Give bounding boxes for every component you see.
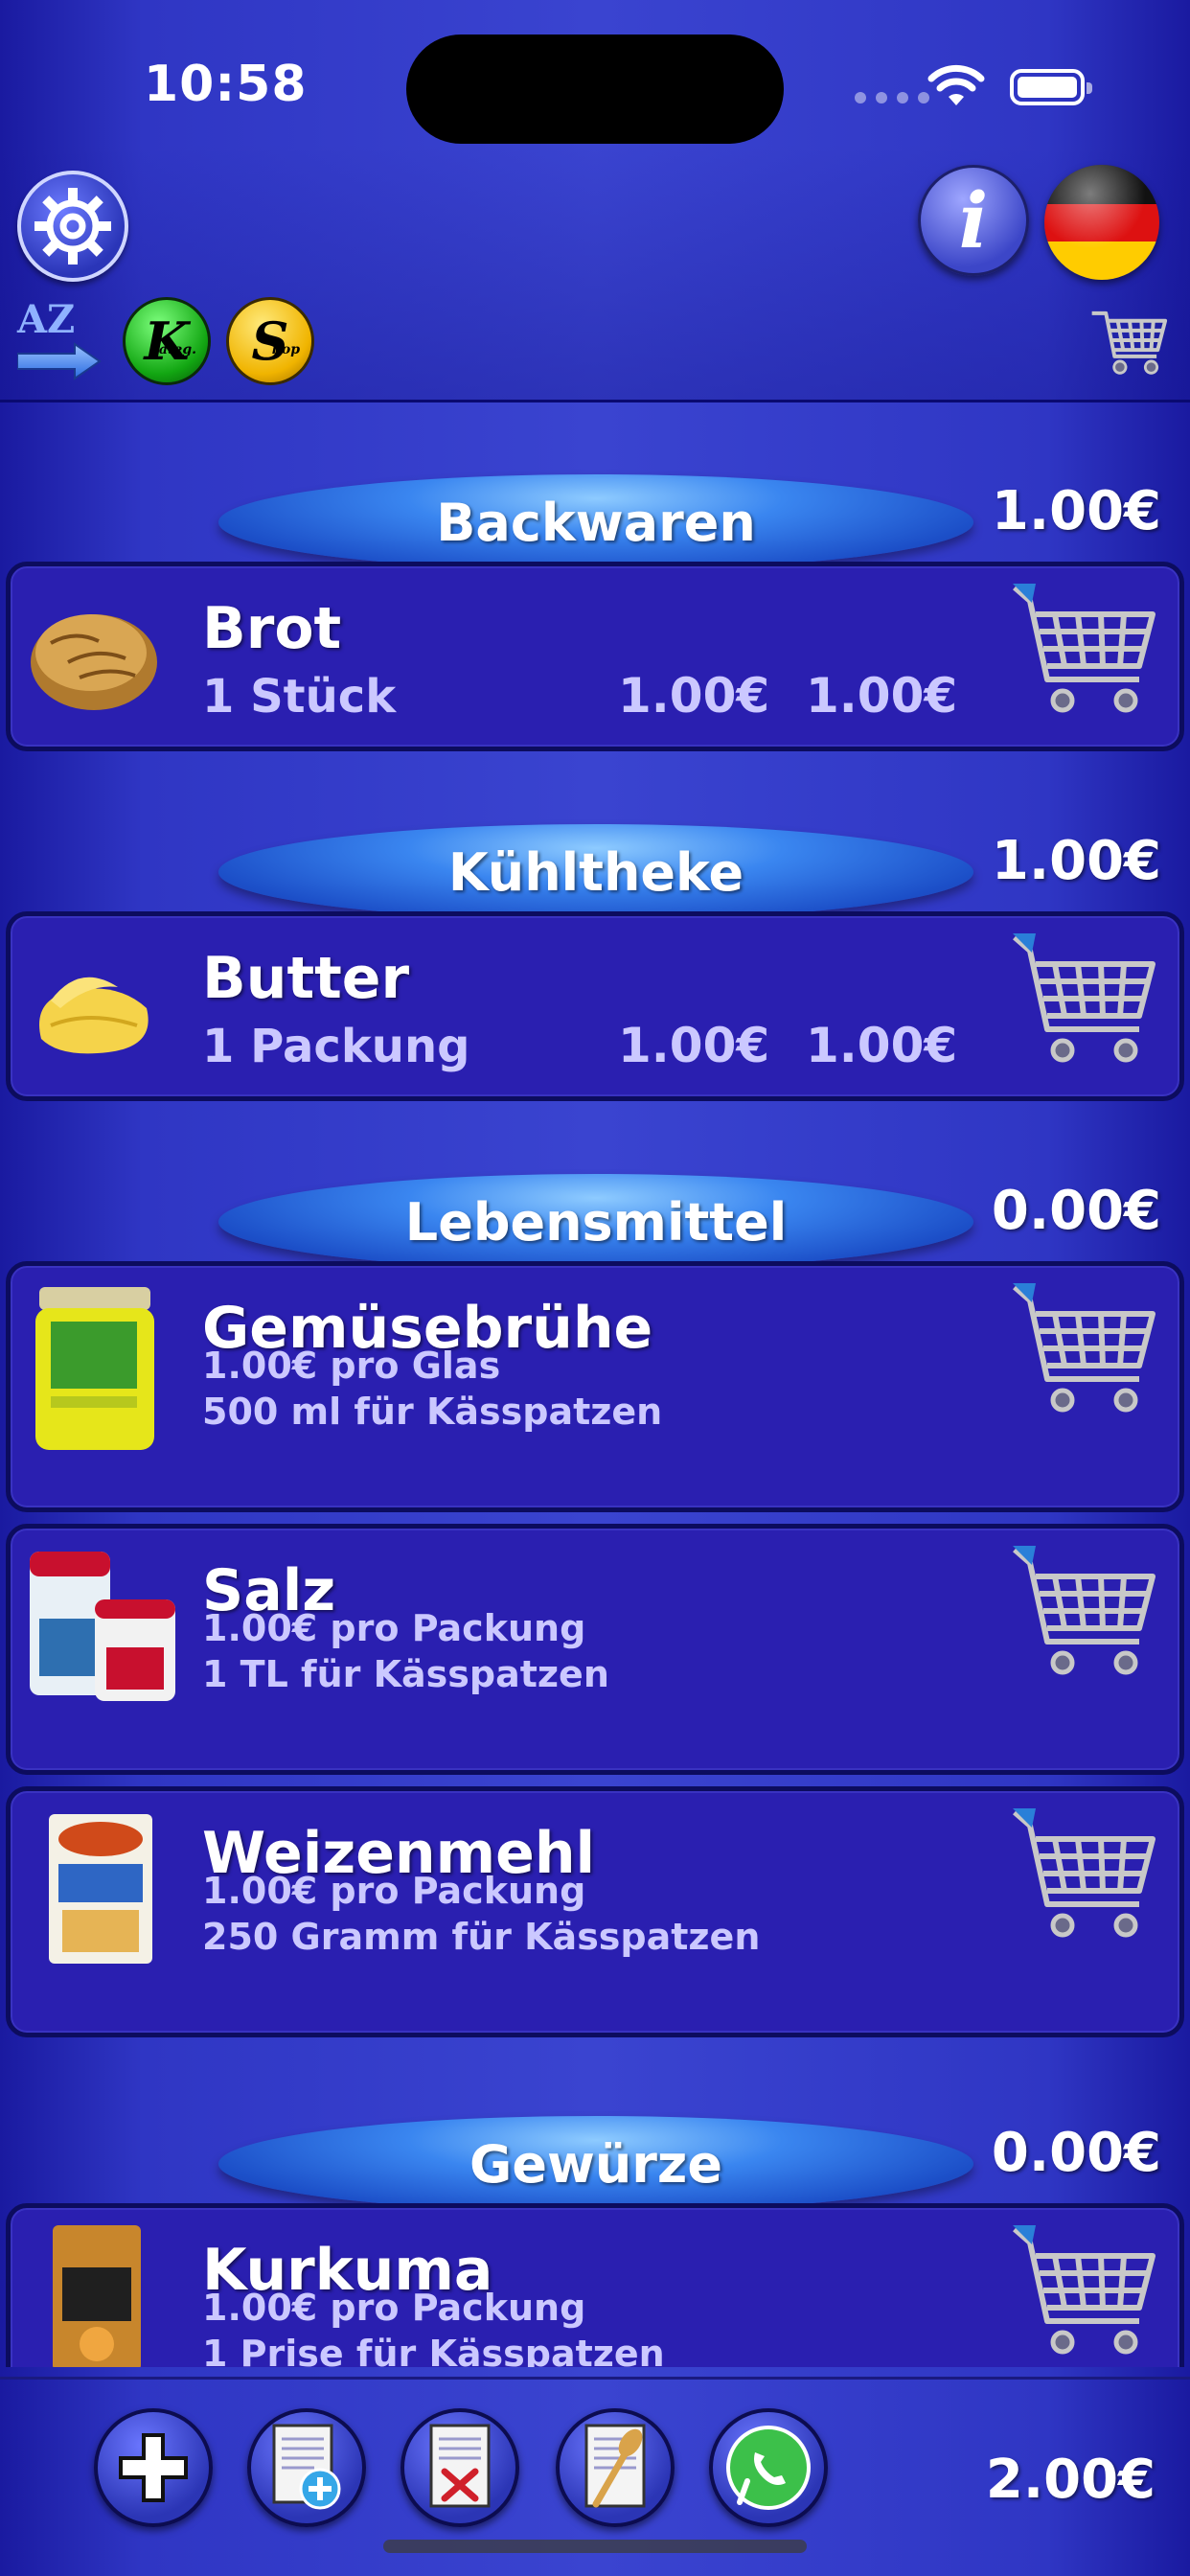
- salt-icon: [30, 1552, 175, 1701]
- add-to-cart-icon[interactable]: [1009, 1799, 1162, 1952]
- item-price-line: 1.00€ pro Packung: [202, 1607, 586, 1649]
- battery-icon: [1010, 69, 1092, 105]
- category-header[interactable]: Lebensmittel 0.00€: [0, 1155, 1190, 1270]
- bread-icon: [31, 614, 157, 710]
- shopping-list[interactable]: Backwaren 1.00€ Brot 1 Stück 1.00€ 1.00€…: [0, 402, 1190, 2367]
- list-item[interactable]: Gemüsebrühe 1.00€ pro Glas 500 ml für Kä…: [6, 1261, 1184, 1512]
- cellular-signal-icon: [855, 92, 929, 104]
- item-recipe-line: 1 Prise für Kässpatzen: [202, 2333, 665, 2367]
- flour-icon: [49, 1814, 152, 1964]
- recipe-icon: [584, 2424, 646, 2508]
- item-name: Brot: [202, 595, 342, 662]
- category-total: 0.00€: [991, 1180, 1161, 1242]
- category-letter: K: [144, 310, 190, 372]
- add-icon: [119, 2433, 188, 2502]
- category-header[interactable]: Backwaren 1.00€: [0, 455, 1190, 570]
- item-quantity: 1 Packung: [202, 1020, 470, 1073]
- delete-list-button[interactable]: [400, 2408, 519, 2527]
- recipe-button[interactable]: [556, 2408, 675, 2527]
- share-whatsapp-button[interactable]: [709, 2408, 828, 2527]
- item-price-line: 1.00€ pro Packung: [202, 1870, 586, 1912]
- item-unit-price: 1.00€: [618, 668, 770, 724]
- item-name: Butter: [202, 945, 410, 1012]
- status-bar: 10:58: [0, 0, 1190, 163]
- category-total: 0.00€: [991, 2122, 1161, 2184]
- whatsapp-icon: [726, 2426, 811, 2510]
- category-header[interactable]: Gewürze 0.00€: [0, 2097, 1190, 2212]
- category-title: Lebensmittel: [218, 1174, 973, 1270]
- item-quantity: 1 Stück: [202, 670, 397, 724]
- gear-icon: [34, 188, 111, 264]
- category-title: Gewürze: [218, 2116, 973, 2212]
- new-list-icon: [272, 2424, 341, 2510]
- add-to-cart-icon[interactable]: [1009, 1536, 1162, 1690]
- home-indicator[interactable]: [383, 2540, 807, 2553]
- item-recipe-line: 500 ml für Kässpatzen: [202, 1391, 663, 1433]
- add-to-cart-icon[interactable]: [1009, 924, 1162, 1077]
- shop-suffix: hop: [271, 342, 300, 357]
- shopping-cart-icon[interactable]: [1087, 297, 1173, 383]
- list-item[interactable]: Weizenmehl 1.00€ pro Packung 250 Gramm f…: [6, 1786, 1184, 2037]
- list-item[interactable]: Butter 1 Packung 1.00€ 1.00€: [6, 911, 1184, 1101]
- category-title: Backwaren: [218, 474, 973, 570]
- item-recipe-line: 1 TL für Kässpatzen: [202, 1653, 609, 1695]
- category-total: 1.00€: [991, 830, 1161, 892]
- arrow-right-icon: [16, 342, 102, 380]
- item-price-line: 1.00€ pro Glas: [202, 1345, 501, 1387]
- grand-total: 2.00€: [985, 2449, 1156, 2511]
- germany-flag-icon: [1044, 165, 1159, 204]
- add-item-button[interactable]: [94, 2408, 213, 2527]
- category-title: Kühltheke: [218, 824, 973, 920]
- settings-button[interactable]: [17, 171, 128, 282]
- turmeric-icon: [53, 2225, 141, 2367]
- broth-jar-icon: [35, 1287, 154, 1450]
- new-list-button[interactable]: [247, 2408, 366, 2527]
- item-line-total: 1.00€: [806, 668, 958, 724]
- az-sort-icon: AZ: [17, 297, 76, 342]
- status-time: 10:58: [144, 56, 308, 113]
- category-sort-button[interactable]: K ateg.: [123, 297, 211, 385]
- shop-sort-button[interactable]: S hop: [226, 297, 314, 385]
- category-header[interactable]: Kühltheke 1.00€: [0, 805, 1190, 920]
- item-line-total: 1.00€: [806, 1018, 958, 1073]
- list-item[interactable]: Salz 1.00€ pro Packung 1 TL für Kässpatz…: [6, 1524, 1184, 1775]
- butter-icon: [39, 977, 149, 1054]
- add-to-cart-icon[interactable]: [1009, 2216, 1162, 2367]
- info-button[interactable]: i: [918, 165, 1029, 276]
- sort-button[interactable]: AZ: [16, 297, 102, 383]
- add-to-cart-icon[interactable]: [1009, 574, 1162, 727]
- shop-letter: S: [251, 310, 289, 372]
- language-button[interactable]: [1044, 165, 1159, 280]
- dynamic-island: [406, 34, 784, 144]
- info-icon: i: [958, 175, 989, 265]
- top-toolbar: i AZ K ateg. S hop: [0, 144, 1190, 402]
- item-recipe-line: 250 Gramm für Kässpatzen: [202, 1916, 761, 1958]
- item-price-line: 1.00€ pro Packung: [202, 2287, 586, 2329]
- wifi-icon: [927, 64, 985, 105]
- list-item[interactable]: Brot 1 Stück 1.00€ 1.00€: [6, 562, 1184, 751]
- list-item[interactable]: Kurkuma 1.00€ pro Packung 1 Prise für Kä…: [6, 2203, 1184, 2367]
- delete-list-icon: [429, 2424, 491, 2508]
- category-total: 1.00€: [991, 480, 1161, 542]
- item-unit-price: 1.00€: [618, 1018, 770, 1073]
- add-to-cart-icon[interactable]: [1009, 1274, 1162, 1427]
- category-suffix: ateg.: [158, 342, 196, 357]
